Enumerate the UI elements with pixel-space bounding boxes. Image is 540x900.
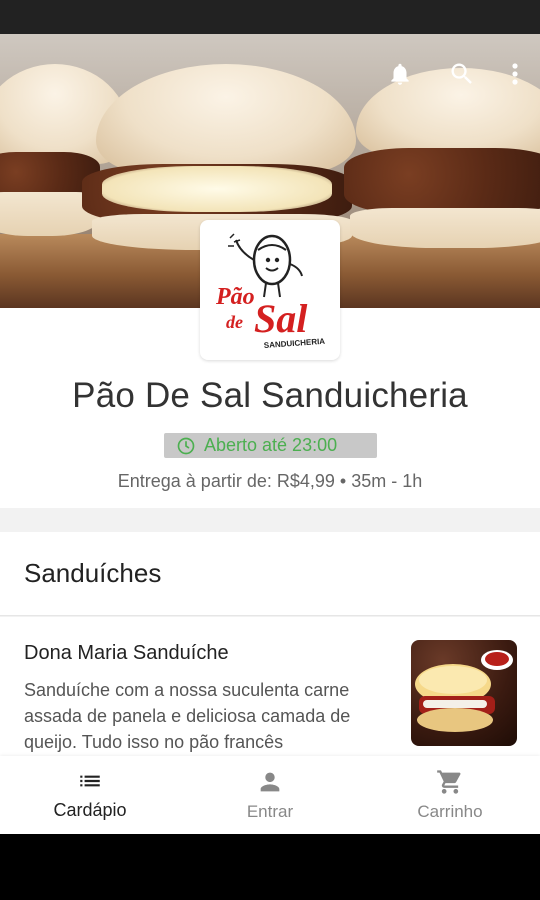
section-title: Sanduíches (24, 558, 162, 588)
open-status-badge: Aberto até 23:00 (164, 433, 377, 458)
nav-carrinho-label: Carrinho (417, 802, 483, 821)
menu-section-header: Sanduíches (0, 532, 540, 616)
bottom-navigation: Cardápio Entrar Carrinho (0, 756, 540, 834)
nav-cardapio-label: Cardápio (53, 800, 127, 820)
nav-entrar[interactable]: Entrar (180, 756, 360, 834)
more-vert-icon[interactable] (508, 58, 522, 90)
menu-item-description: Sanduíche com a nossa suculenta carne as… (24, 680, 351, 752)
system-navigation-bar (0, 834, 540, 900)
logo-text-sal: Sal (254, 296, 308, 341)
menu-item[interactable]: Dona Maria Sanduíche Sanduíche com a nos… (0, 617, 540, 767)
menu-item-name: Dona Maria Sanduíche (24, 642, 229, 664)
status-bar (0, 0, 540, 34)
cart-icon (437, 770, 461, 794)
app-screen: Pão De Sal Sanduicheria Aberto até 23:00… (0, 34, 540, 834)
delivery-info: Entrega à partir de: R$4,99 • 35m - 1h (117, 471, 423, 491)
list-icon (80, 775, 100, 787)
logo-text-de: de (226, 312, 243, 332)
hero-actions (384, 58, 522, 90)
nav-entrar-label: Entrar (246, 802, 294, 821)
store-logo: Pão de Sal SANDUICHERIA (200, 220, 340, 360)
sandwich-image-right (340, 68, 540, 258)
nav-cardapio[interactable]: Cardápio (0, 756, 180, 834)
store-name: Pão De Sal Sanduicheria (72, 376, 468, 415)
clock-icon (177, 437, 195, 454)
bell-icon[interactable] (384, 58, 416, 90)
nav-carrinho[interactable]: Carrinho (360, 756, 540, 834)
open-status-text: Aberto até 23:00 (204, 435, 338, 455)
menu-item-image (411, 640, 517, 746)
person-icon (260, 772, 280, 792)
search-icon[interactable] (446, 58, 478, 90)
logo-text-pao: Pão (215, 284, 255, 310)
